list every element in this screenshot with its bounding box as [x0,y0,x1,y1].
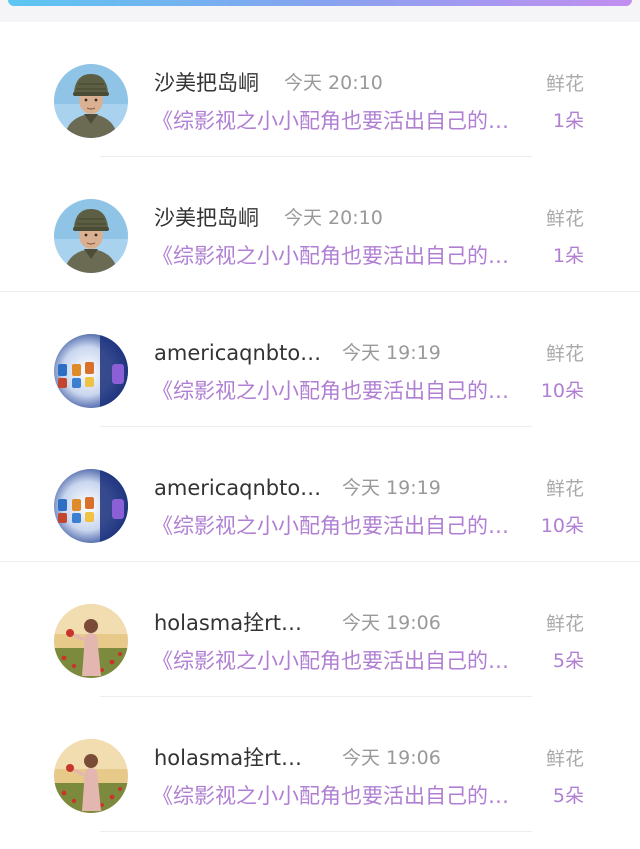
gift-record-row[interactable]: 沙美把岛峒 今天 20:10 鲜花 《综影视之小小配角也要活出自己的… 1朵 [0,22,640,157]
sender-name[interactable]: americaqnbto… [154,475,329,501]
book-title-link[interactable]: 《综影视之小小配角也要活出自己的… [152,513,532,539]
top-bar [0,0,640,22]
sender-name[interactable]: americaqnbto… [154,340,329,366]
gift-type-label: 鲜花 [545,613,584,635]
send-time: 今天 19:06 [342,612,441,634]
flower-gift-list: 沙美把岛峒 今天 20:10 鲜花 《综影视之小小配角也要活出自己的… 1朵 沙… [0,22,640,849]
gift-record-row[interactable]: holasma拴rt… 今天 19:06 鲜花 《综影视之小小配角也要活出自己的… [0,562,640,697]
flower-count: 10朵 [540,380,584,402]
flower-count: 5朵 [552,650,584,672]
book-title-link[interactable]: 《综影视之小小配角也要活出自己的… [152,108,532,134]
row-divider [100,831,532,832]
flower-count: 1朵 [552,245,584,267]
gift-type-label: 鲜花 [545,343,584,365]
gift-record-row[interactable]: 沙美把岛峒 今天 20:10 鲜花 《综影视之小小配角也要活出自己的… 1朵 [0,157,640,292]
user-avatar[interactable] [54,64,128,138]
send-time: 今天 20:10 [284,207,383,229]
gift-type-label: 鲜花 [545,73,584,95]
sender-name[interactable]: holasma拴rt… [154,610,329,636]
book-title-link[interactable]: 《综影视之小小配角也要活出自己的… [152,783,532,809]
user-avatar[interactable] [54,469,128,543]
book-title-link[interactable]: 《综影视之小小配角也要活出自己的… [152,378,532,404]
send-time: 今天 19:19 [342,342,441,364]
send-time: 今天 20:10 [284,72,383,94]
gift-type-label: 鲜花 [545,478,584,500]
gift-record-row[interactable]: americaqnbto… 今天 19:19 鲜花 《综影视之小小配角也要活出自… [0,292,640,427]
book-title-link[interactable]: 《综影视之小小配角也要活出自己的… [152,648,532,674]
flower-count: 5朵 [552,785,584,807]
book-title-link[interactable]: 《综影视之小小配角也要活出自己的… [152,243,532,269]
user-avatar[interactable] [54,739,128,813]
flower-count: 1朵 [552,110,584,132]
user-avatar[interactable] [54,199,128,273]
header-gradient-bar [8,0,632,6]
send-time: 今天 19:19 [342,477,441,499]
sender-name[interactable]: holasma拴rt… [154,745,329,771]
flower-count: 10朵 [540,515,584,537]
send-time: 今天 19:06 [342,747,441,769]
gift-type-label: 鲜花 [545,748,584,770]
gift-record-row[interactable]: americaqnbto… 今天 19:19 鲜花 《综影视之小小配角也要活出自… [0,427,640,562]
user-avatar[interactable] [54,604,128,678]
gift-record-row[interactable]: holasma拴rt… 今天 19:06 鲜花 《综影视之小小配角也要活出自己的… [0,697,640,832]
gift-type-label: 鲜花 [545,208,584,230]
user-avatar[interactable] [54,334,128,408]
